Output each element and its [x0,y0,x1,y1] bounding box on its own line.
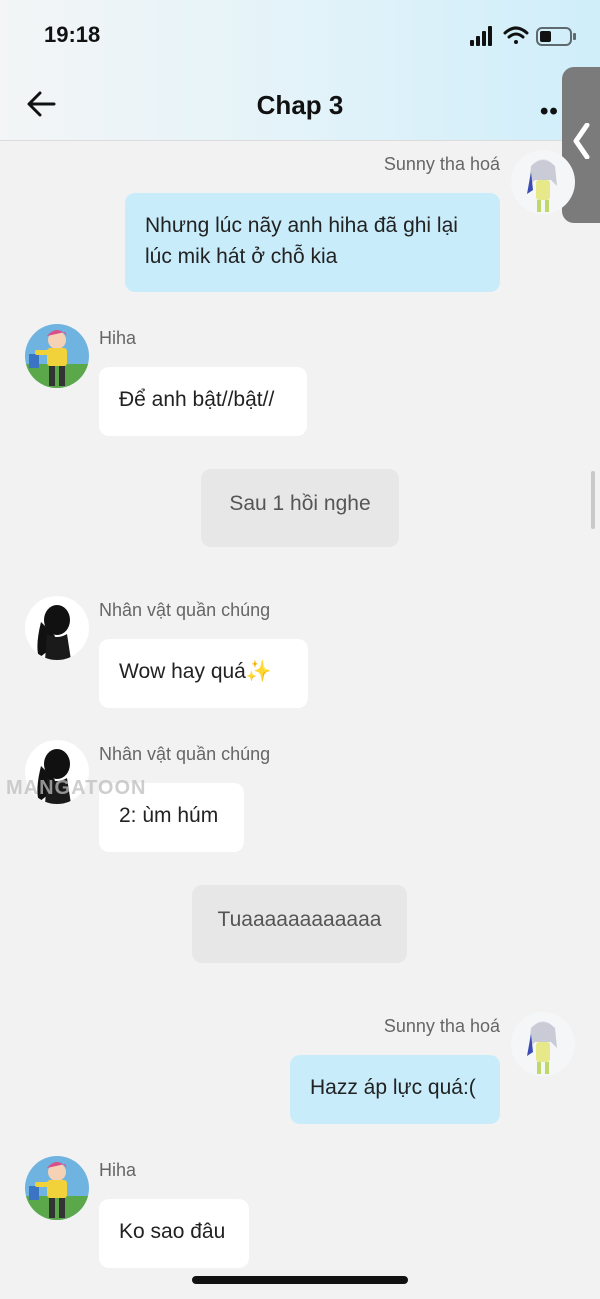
narration-text: Sau 1 hồi nghe [229,492,371,515]
speaker-name: Nhân vật quần chúng [99,744,271,764]
message-text: Ko sao đâu [119,1220,226,1243]
speaker-name: Sunny tha hoá [383,154,500,174]
narration-bubble: Sau 1 hồi nghe [201,469,399,547]
wifi-icon [503,26,529,44]
message-text: 2: ùm húm [119,804,219,827]
narration-bubble: Tuaaaaaaaaaaaa [192,885,407,963]
speaker-name: Nhân vật quần chúng [99,600,271,620]
home-indicator[interactable] [192,1276,408,1284]
message-bubble: Để anh bật//bật// [99,367,307,436]
message-text: Hazz áp lực quá:( [310,1076,476,1099]
chevron-left-icon [573,123,590,159]
avatar-hiha[interactable] [25,1156,89,1220]
avatar-hiha[interactable] [25,324,89,388]
speaker-name: Hiha [99,328,137,348]
message-text: Wow hay quá✨ [119,660,272,683]
speaker-name: Hiha [99,1160,137,1180]
page-title: Chap 3 [256,90,344,120]
status-icons [470,24,578,50]
message-text-line: Nhưng lúc nãy anh hiha đã ghi lại [145,214,458,237]
battery-icon [536,27,576,46]
avatar-sunny[interactable] [511,1012,575,1076]
message-bubble: Wow hay quá✨ [99,639,308,708]
signal-icon [470,26,492,46]
narration-text: Tuaaaaaaaaaaaa [217,908,382,931]
message-bubble: Hazz áp lực quá:( [290,1055,500,1124]
top-bar: 19:18 Chap 3 •• [0,0,600,141]
message-bubble: Nhưng lúc nãy anh hiha đã ghi lại lúc mi… [125,193,500,292]
message-text-line: lúc mik hát ở chỗ kia [145,245,338,268]
status-time: 19:18 [44,22,101,47]
watermark: MANGATOON [6,777,147,799]
more-options-icon[interactable]: •• [540,98,559,126]
avatar-sunny[interactable] [511,150,575,214]
message-bubble: Ko sao đâu [99,1199,249,1268]
speaker-name: Sunny tha hoá [383,1016,500,1036]
scrollbar[interactable] [591,471,595,529]
avatar-crowd-character[interactable] [25,596,89,660]
message-text: Để anh bật//bật// [119,388,275,411]
